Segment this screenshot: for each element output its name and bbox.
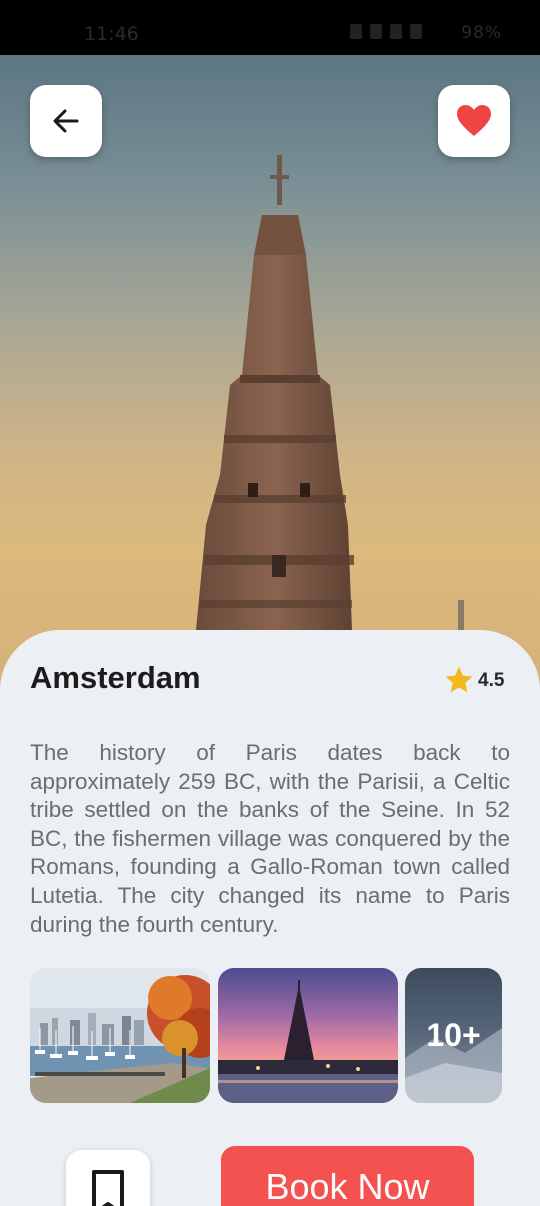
heart-icon <box>457 105 491 136</box>
vibrate-icon <box>390 24 402 39</box>
book-now-button[interactable]: Book Now <box>221 1146 474 1206</box>
back-button[interactable] <box>30 85 102 157</box>
harbor-photo <box>30 968 210 1103</box>
place-description: The history of Paris dates back to appro… <box>30 740 510 937</box>
star-icon <box>445 666 473 693</box>
battery-level: 98% <box>461 23 502 43</box>
back-arrow-icon <box>53 109 79 133</box>
bookmark-icon <box>92 1170 124 1206</box>
place-title: Amsterdam <box>30 660 201 695</box>
signal-icon <box>410 24 422 39</box>
favorite-button[interactable] <box>438 85 510 157</box>
gallery-thumbnail[interactable] <box>218 968 398 1103</box>
gallery-thumbnail[interactable] <box>30 968 210 1103</box>
more-photos-label: 10+ <box>426 1017 481 1053</box>
status-bar: 11:46 98% <box>0 0 540 55</box>
bookmark-button[interactable] <box>66 1150 150 1206</box>
rating: 4.5 <box>444 666 504 695</box>
bluetooth-icon <box>370 24 382 39</box>
rating-value: 4.5 <box>478 669 505 691</box>
status-time: 11:46 <box>84 23 139 45</box>
gallery-more[interactable]: 10+ <box>405 968 502 1103</box>
eiffel-tower-photo <box>218 968 398 1103</box>
status-icons <box>350 24 422 39</box>
mute-icon <box>350 24 362 39</box>
